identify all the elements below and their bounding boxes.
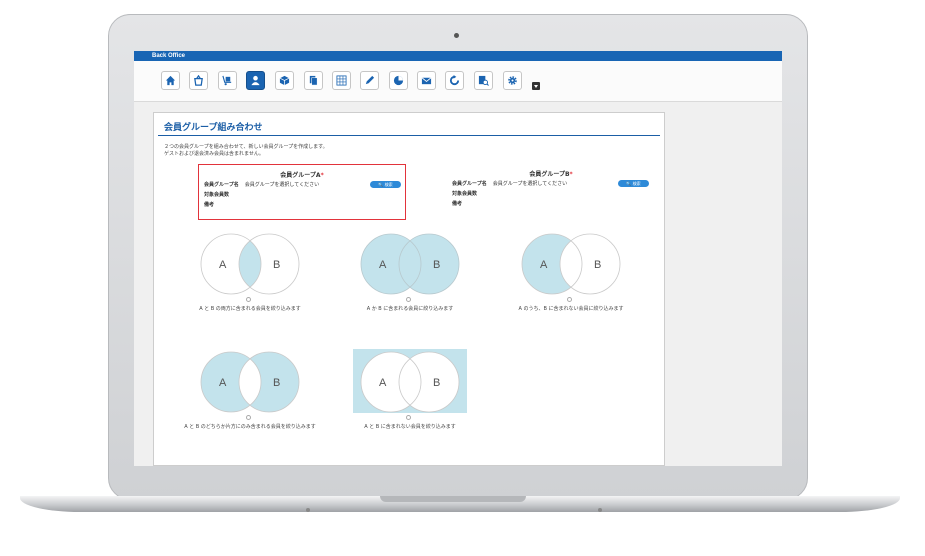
venn-5-caption: A と B に含まれない会員を絞り込みます [364, 424, 456, 430]
pencil-icon[interactable] [360, 71, 379, 90]
refresh-icon[interactable] [445, 71, 464, 90]
description-line-1: ２つの会員グループを組み合わせて、新しい会員グループを作成します。 [164, 144, 328, 150]
group-b-box: 会員グループB* 会員グループ名 会員グループを選択してください 🔍 検索 対象会… [447, 164, 655, 220]
venn-3-radio[interactable] [567, 297, 572, 302]
venn-2-a-label: A [379, 259, 387, 271]
grid-icon[interactable] [332, 71, 351, 90]
main-panel: 会員グループ組み合わせ ２つの会員グループを組み合わせて、新しい会員グループを作… [153, 112, 665, 466]
app-title: Back Office [134, 51, 782, 61]
group-a-count-row: 対象会員数 [204, 192, 230, 198]
group-b-search-button[interactable]: 🔍 検索 [618, 180, 649, 187]
venn-option-exclusive-or[interactable]: A B A と B のどちらか片方にのみ含まれる会員を絞り込みます [184, 349, 316, 439]
venn-option-union[interactable]: A B A か B に含まれる会員に絞り込みます [347, 231, 473, 321]
group-a-note-row: 備考 [204, 202, 215, 208]
group-b-title: 会員グループB* [529, 171, 573, 178]
group-a-name-row: 会員グループ名 会員グループを選択してください [204, 182, 320, 188]
venn-3-a-label: A [540, 259, 548, 271]
venn-4-a-label: A [219, 377, 227, 389]
description-line-2: ゲストおよび退会済み会員は含まれません。 [164, 151, 264, 157]
venn-1-a-label: A [219, 259, 227, 271]
venn-3-b-label: B [594, 259, 601, 271]
pie-chart-icon[interactable] [389, 71, 408, 90]
basket-icon[interactable] [189, 71, 208, 90]
group-b-count-row: 対象会員数 [452, 191, 478, 197]
venn-3-caption: A のうち、B に含まれない会員に絞り込みます [518, 306, 624, 312]
venn-4-radio[interactable] [246, 415, 251, 420]
laptop-foot-left [306, 508, 310, 512]
group-b-note-row: 備考 [452, 201, 463, 207]
laptop-notch [380, 496, 526, 502]
group-b-name-row: 会員グループ名 会員グループを選択してください [452, 181, 568, 187]
venn-option-intersection[interactable]: A B A と B の両方に含まれる会員を絞り込みます [187, 231, 313, 321]
more-menu-button[interactable] [532, 82, 540, 90]
gear-icon[interactable] [503, 71, 522, 90]
venn-1-b-label: B [273, 259, 280, 271]
venn-option-neither[interactable]: A B A と B に含まれない会員を絞り込みます [347, 349, 473, 439]
venn-option-a-minus-b[interactable]: A B A のうち、B に含まれない会員に絞り込みます [508, 231, 634, 321]
report-icon[interactable] [474, 71, 493, 90]
box-icon[interactable] [275, 71, 294, 90]
title-divider [158, 135, 660, 136]
venn-5-radio[interactable] [406, 415, 411, 420]
screen: Back Office 会員グループ組み合わせ ２つの会員グループを組み合わせて… [134, 51, 782, 466]
shipping-icon[interactable] [218, 71, 237, 90]
home-icon[interactable] [161, 71, 180, 90]
page-title: 会員グループ組み合わせ [164, 123, 263, 133]
group-a-search-button[interactable]: 🔍 検索 [370, 181, 401, 188]
group-a-name-field[interactable]: 会員グループを選択してください [245, 182, 319, 188]
venn-5-a-label: A [379, 377, 387, 389]
venn-5-b-label: B [433, 377, 440, 389]
venn-1-radio[interactable] [246, 297, 251, 302]
member-icon[interactable] [246, 71, 265, 90]
document-icon[interactable] [304, 71, 323, 90]
venn-2-b-label: B [433, 259, 440, 271]
group-a-box: 会員グループA* 会員グループ名 会員グループを選択してください 🔍 検索 対象会… [198, 164, 406, 220]
group-b-name-field[interactable]: 会員グループを選択してください [493, 181, 567, 187]
venn-4-b-label: B [273, 377, 280, 389]
laptop-foot-right [598, 508, 602, 512]
webcam [454, 33, 459, 38]
mail-icon[interactable] [417, 71, 436, 90]
toolbar [134, 61, 782, 102]
venn-2-radio[interactable] [406, 297, 411, 302]
group-a-title: 会員グループA* [280, 172, 324, 179]
